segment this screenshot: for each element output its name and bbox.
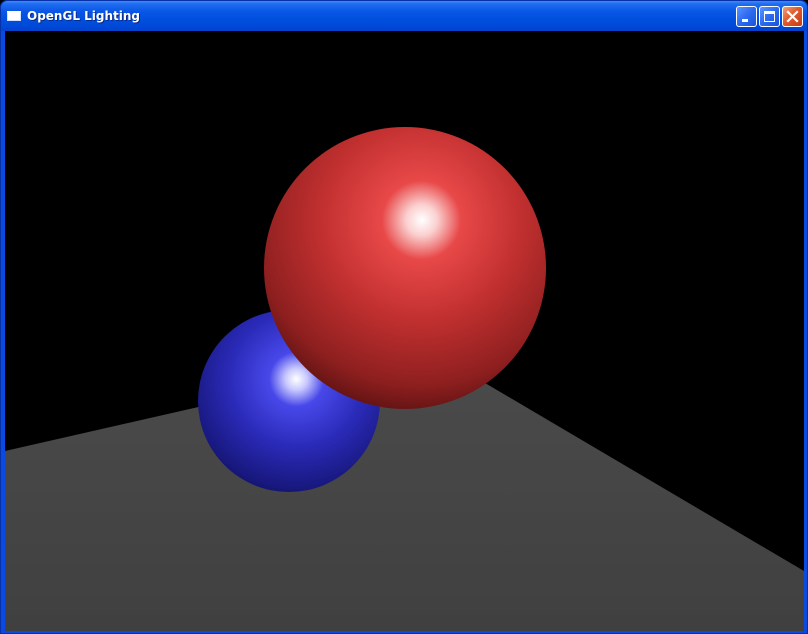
close-icon [786,10,799,23]
scene-canvas [5,31,804,631]
minimize-icon [742,19,748,22]
red-sphere [264,127,546,409]
window-title: OpenGL Lighting [27,9,141,23]
maximize-icon [764,11,775,22]
close-button[interactable] [782,6,803,27]
maximize-button[interactable] [759,6,780,27]
window-icon[interactable] [7,11,21,21]
title-bar[interactable]: OpenGL Lighting [1,1,807,31]
app-window: OpenGL Lighting [0,0,808,634]
opengl-viewport[interactable] [5,31,804,631]
minimize-button[interactable] [736,6,757,27]
